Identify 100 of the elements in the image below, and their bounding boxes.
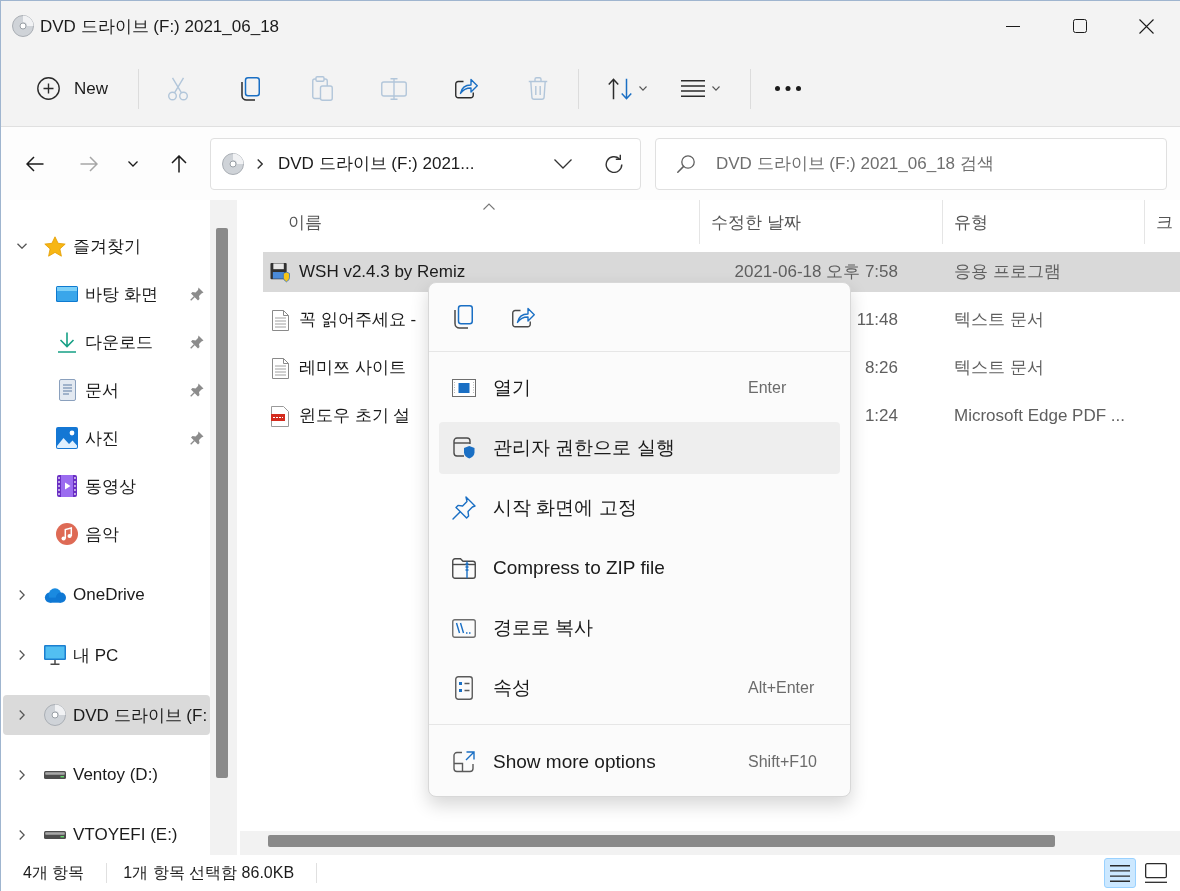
minimize-icon [1005, 25, 1020, 27]
chevron-right-icon[interactable] [19, 650, 25, 660]
sidebar-item[interactable]: 음악 [3, 510, 210, 558]
caret-icon [639, 86, 647, 91]
sidebar-item[interactable]: 다운로드 [3, 318, 210, 366]
keyboard-shortcut: Enter [748, 379, 788, 397]
column-header[interactable]: 수정한 날짜 [700, 200, 943, 244]
box-arrow-icon [453, 751, 475, 773]
caret-icon [712, 86, 720, 91]
menu-item[interactable]: Show more options Shift+F10 [439, 736, 840, 788]
film-icon [57, 475, 77, 497]
column-header[interactable]: 유형 [943, 200, 1145, 244]
menu-item[interactable]: 열기 Enter [439, 362, 840, 414]
text-file-icon [271, 309, 289, 331]
sidebar-item[interactable]: 내 PC [3, 635, 210, 675]
disc-icon [222, 152, 244, 175]
keyboard-shortcut: Shift+F10 [748, 753, 818, 771]
modified-date: 1:24 [864, 407, 898, 425]
list-lines-icon [1110, 864, 1130, 882]
selection-info: 1개 항목 선택함 86.0KB [123, 862, 295, 883]
sidebar-item[interactable]: 즐겨찾기 [3, 226, 210, 266]
file-type: Microsoft Edge PDF ... [954, 407, 1125, 425]
sidebar-item[interactable]: OneDrive [3, 575, 210, 615]
arrow-left-icon [26, 155, 44, 172]
plus-circle-icon [37, 77, 60, 100]
monitor-icon [44, 645, 66, 665]
file-name[interactable]: 레미쯔 사이트 [299, 359, 406, 377]
drive-icon [44, 771, 66, 779]
copy-icon [240, 76, 260, 101]
window-title: DVD 드라이브 (F:) 2021_06_18 [40, 15, 280, 38]
sidebar-item[interactable]: 문서 [3, 366, 210, 414]
shield-window-icon [453, 437, 475, 459]
column-header[interactable]: 이름 [263, 200, 700, 244]
maximize-icon [1072, 19, 1087, 33]
arrow-up-icon [171, 154, 187, 173]
chevron-down-icon [128, 160, 138, 167]
address-bar[interactable]: DVD 드라이브 (F:) 2021... [210, 137, 641, 190]
search-field[interactable]: DVD 드라이브 (F:) 2021_06_18 검색 [655, 137, 1167, 190]
chevron-right-icon[interactable] [19, 710, 25, 720]
menu-item[interactable]: Compress to ZIP file [439, 542, 840, 594]
sidebar-item[interactable]: Ventoy (D:) [3, 755, 210, 795]
cloud-icon [44, 586, 66, 604]
chevron-down-icon[interactable] [17, 243, 27, 249]
close-icon [1139, 18, 1154, 34]
chevron-right-icon[interactable] [19, 830, 25, 840]
refresh-icon[interactable] [605, 154, 623, 173]
pushpin-icon [452, 496, 476, 520]
file-name[interactable]: 꼭 읽어주세요 - [299, 311, 417, 329]
file-name[interactable]: 윈도우 초기 설 [299, 407, 411, 425]
text-file-icon [271, 357, 289, 379]
floppy-disk-icon [270, 261, 290, 283]
search-icon [677, 154, 695, 173]
desktop-icon [56, 286, 78, 302]
pdf-file-icon [271, 405, 289, 427]
disc-icon [44, 704, 66, 726]
file-type: 텍스트 문서 [954, 359, 1044, 377]
file-name: WSH v2.4.3 by Remiz [299, 263, 466, 281]
sidebar-item[interactable]: 바탕 화면 [3, 270, 210, 318]
modified-date: 8:26 [864, 359, 898, 377]
scrollbar-thumb[interactable] [268, 835, 1055, 847]
music-note-icon [56, 523, 78, 545]
picture-icon [56, 427, 78, 449]
menu-item[interactable]: 관리자 권한으로 실행 [439, 422, 840, 474]
screen-icon [1145, 863, 1167, 883]
list-lines-icon [681, 80, 705, 97]
drive-icon [44, 831, 66, 839]
sidebar-item[interactable]: 동영상 [3, 462, 210, 510]
trash-icon [528, 77, 548, 100]
scrollbar-thumb[interactable] [216, 228, 228, 778]
new-button[interactable]: New [28, 66, 120, 111]
list-card-icon [455, 676, 473, 700]
sidebar-item[interactable]: DVD 드라이브 (F: [3, 695, 210, 735]
share-icon [511, 306, 535, 328]
window-icon [452, 379, 476, 397]
modified-date: 11:48 [856, 311, 898, 329]
backslash-box-icon [452, 618, 476, 638]
clipboard-icon [311, 76, 333, 101]
details-view-button[interactable] [1104, 858, 1136, 888]
chevron-right-icon[interactable] [19, 590, 25, 600]
share-icon [454, 78, 478, 99]
chevron-right-icon[interactable] [19, 770, 25, 780]
menu-item[interactable]: 경로로 복사 [439, 602, 840, 654]
menu-item[interactable]: 시작 화면에 고정 [439, 482, 840, 534]
up-down-arrows-icon [608, 77, 632, 100]
menu-item[interactable]: 속성 Alt+Enter [439, 662, 840, 714]
document-icon [58, 379, 76, 401]
arrow-right-icon [80, 155, 98, 172]
copy-icon [453, 305, 473, 329]
text-cursor-icon [381, 77, 407, 100]
chevron-down-icon[interactable] [554, 158, 572, 169]
star-icon [44, 235, 66, 257]
disc-icon [12, 15, 34, 37]
column-header[interactable]: 크 [1145, 200, 1180, 244]
modified-date: 2021-06-18 오후 7:58 [734, 263, 898, 281]
item-count: 4개 항목 [23, 862, 85, 883]
chevron-right-icon [257, 158, 263, 169]
breadcrumb[interactable]: DVD 드라이브 (F:) 2021... [278, 152, 554, 175]
file-type: 텍스트 문서 [954, 311, 1044, 329]
sidebar-item[interactable]: 사진 [3, 414, 210, 462]
sidebar-item[interactable]: VTOYEFI (E:) [3, 815, 210, 855]
